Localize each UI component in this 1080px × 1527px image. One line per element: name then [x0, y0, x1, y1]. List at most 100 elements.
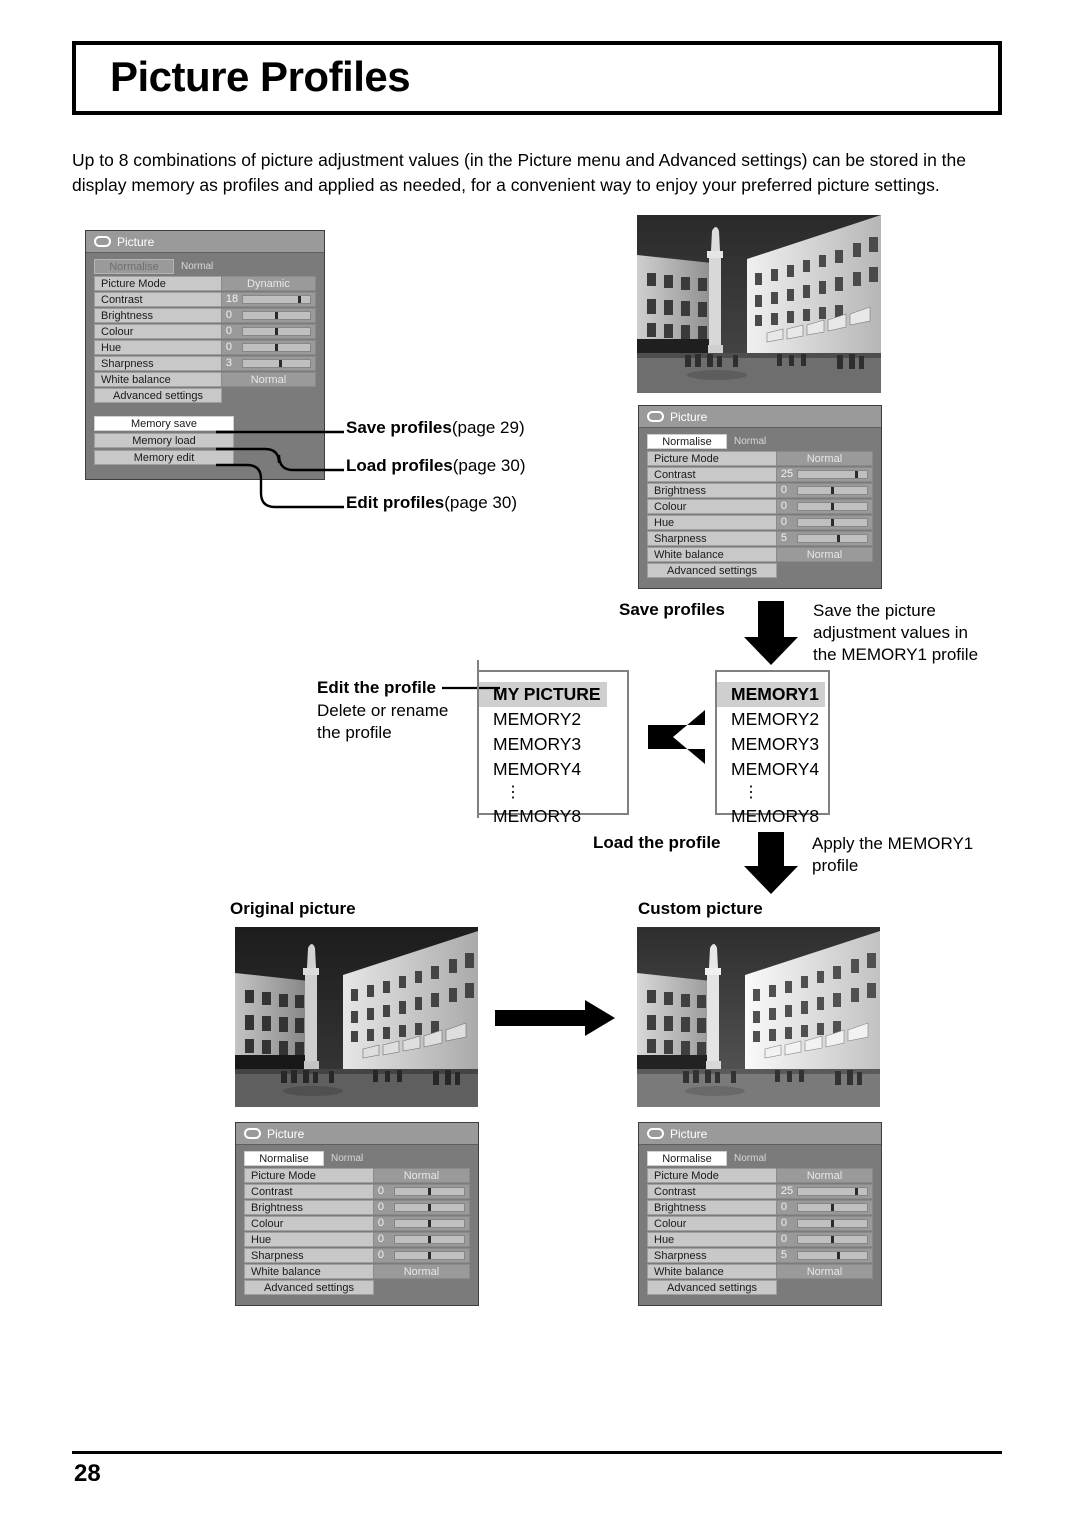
slider-track[interactable] — [393, 1219, 465, 1228]
slider-knob[interactable] — [836, 535, 840, 542]
slider-knob[interactable] — [275, 312, 279, 319]
row-hue[interactable]: Hue 0 — [244, 1232, 470, 1247]
row-sharpness[interactable]: Sharpness 5 — [647, 1248, 873, 1263]
memory-list-left[interactable]: MY PICTURE MEMORY2 MEMORY3 MEMORY4 ⋮ MEM… — [477, 670, 629, 826]
row-colour[interactable]: Colour 0 — [647, 499, 873, 514]
slider-track[interactable] — [796, 502, 868, 511]
row-picture-mode[interactable]: Picture Mode Normal — [244, 1168, 470, 1183]
memory-list-right[interactable]: MEMORY1 MEMORY2 MEMORY3 MEMORY4 ⋮ MEMORY… — [715, 670, 830, 826]
row-slider[interactable]: 0 — [775, 1200, 873, 1215]
osd-panel-main[interactable]: Picture Normalise Normal Picture Mode Dy… — [85, 230, 325, 480]
row-slider[interactable]: 0 — [372, 1232, 470, 1247]
normalise-button[interactable]: Normalise — [244, 1151, 324, 1166]
row-slider[interactable]: 0 — [220, 324, 316, 339]
slider-knob[interactable] — [831, 1220, 835, 1227]
row-hue[interactable]: Hue 0 — [94, 340, 316, 355]
row-white-balance[interactable]: White balance Normal — [647, 547, 873, 562]
osd-panel-saved[interactable]: Picture Normalise Normal Picture Mode No… — [638, 405, 882, 589]
slider-track[interactable] — [393, 1251, 465, 1260]
slider-knob[interactable] — [854, 471, 858, 478]
row-picture-mode[interactable]: Picture Mode Normal — [647, 1168, 873, 1183]
list-item[interactable]: MEMORY3 — [479, 732, 627, 757]
advanced-settings-button[interactable]: Advanced settings — [94, 388, 222, 403]
slider-knob[interactable] — [428, 1188, 432, 1195]
row-slider[interactable]: 0 — [372, 1216, 470, 1231]
normalise-button[interactable]: Normalise — [647, 434, 727, 449]
slider-track[interactable] — [796, 470, 868, 479]
row-colour[interactable]: Colour 0 — [94, 324, 316, 339]
slider-knob[interactable] — [275, 328, 279, 335]
row-picture-mode[interactable]: Picture Mode Normal — [647, 451, 873, 466]
normalise-button[interactable]: Normalise — [647, 1151, 727, 1166]
row-picture-mode[interactable]: Picture Mode Dynamic — [94, 276, 316, 291]
slider-knob[interactable] — [275, 344, 279, 351]
slider-track[interactable] — [796, 1219, 868, 1228]
row-hue[interactable]: Hue 0 — [647, 515, 873, 530]
memory-load-button[interactable]: Memory load — [94, 433, 234, 448]
row-white-balance[interactable]: White balance Normal — [94, 372, 316, 387]
slider-knob[interactable] — [831, 1236, 835, 1243]
advanced-settings-button[interactable]: Advanced settings — [647, 1280, 777, 1295]
slider-knob[interactable] — [831, 1204, 835, 1211]
advanced-settings-button[interactable]: Advanced settings — [647, 563, 777, 578]
slider-knob[interactable] — [831, 487, 835, 494]
slider-knob[interactable] — [428, 1220, 432, 1227]
list-item[interactable]: MEMORY4 — [717, 757, 828, 782]
row-sharpness[interactable]: Sharpness 5 — [647, 531, 873, 546]
row-advanced[interactable]: Advanced settings — [647, 1280, 873, 1295]
row-contrast[interactable]: Contrast 25 — [647, 1184, 873, 1199]
row-hue[interactable]: Hue 0 — [647, 1232, 873, 1247]
list-item[interactable]: MEMORY3 — [717, 732, 828, 757]
list-item[interactable]: MY PICTURE — [479, 682, 607, 707]
row-sharpness[interactable]: Sharpness 0 — [244, 1248, 470, 1263]
slider-track[interactable] — [796, 534, 868, 543]
memory-edit-button[interactable]: Memory edit — [94, 450, 234, 465]
row-advanced[interactable]: Advanced settings — [647, 563, 873, 578]
row-slider[interactable]: 25 — [775, 467, 873, 482]
slider-knob[interactable] — [279, 360, 283, 367]
memory-save-button[interactable]: Memory save — [94, 416, 234, 431]
slider-track[interactable] — [796, 1187, 868, 1196]
row-slider[interactable]: 0 — [775, 1232, 873, 1247]
slider-track[interactable] — [393, 1203, 465, 1212]
list-item[interactable]: MEMORY4 — [479, 757, 627, 782]
osd-panel-custom[interactable]: Picture Normalise Normal Picture Mode No… — [638, 1122, 882, 1306]
slider-knob[interactable] — [297, 296, 301, 303]
slider-knob[interactable] — [836, 1252, 840, 1259]
list-item[interactable]: MEMORY2 — [479, 707, 627, 732]
row-slider[interactable]: 3 — [220, 356, 316, 371]
slider-knob[interactable] — [854, 1188, 858, 1195]
row-slider[interactable]: 5 — [775, 1248, 873, 1263]
row-colour[interactable]: Colour 0 — [244, 1216, 470, 1231]
row-slider[interactable]: 0 — [775, 499, 873, 514]
row-slider[interactable]: 0 — [372, 1200, 470, 1215]
row-slider[interactable]: 0 — [372, 1248, 470, 1263]
row-brightness[interactable]: Brightness 0 — [244, 1200, 470, 1215]
slider-track[interactable] — [796, 1235, 868, 1244]
slider-track[interactable] — [393, 1187, 465, 1196]
row-slider[interactable]: 5 — [775, 531, 873, 546]
list-item[interactable]: MEMORY2 — [717, 707, 828, 732]
row-white-balance[interactable]: White balance Normal — [244, 1264, 470, 1279]
slider-knob[interactable] — [428, 1252, 432, 1259]
slider-knob[interactable] — [831, 503, 835, 510]
row-sharpness[interactable]: Sharpness 3 — [94, 356, 316, 371]
row-brightness[interactable]: Brightness 0 — [94, 308, 316, 323]
row-contrast[interactable]: Contrast 0 — [244, 1184, 470, 1199]
row-brightness[interactable]: Brightness 0 — [647, 1200, 873, 1215]
row-white-balance[interactable]: White balance Normal — [647, 1264, 873, 1279]
slider-track[interactable] — [796, 1203, 868, 1212]
row-slider[interactable]: 18 — [220, 292, 316, 307]
slider-track[interactable] — [796, 486, 868, 495]
slider-track[interactable] — [796, 518, 868, 527]
slider-track[interactable] — [241, 311, 311, 320]
row-colour[interactable]: Colour 0 — [647, 1216, 873, 1231]
normalise-button[interactable]: Normalise — [94, 259, 174, 274]
list-item[interactable]: MEMORY8 — [717, 804, 828, 829]
row-slider[interactable]: 0 — [775, 1216, 873, 1231]
slider-track[interactable] — [241, 295, 311, 304]
row-slider[interactable]: 25 — [775, 1184, 873, 1199]
slider-track[interactable] — [241, 343, 311, 352]
advanced-settings-button[interactable]: Advanced settings — [244, 1280, 374, 1295]
row-slider[interactable]: 0 — [775, 483, 873, 498]
